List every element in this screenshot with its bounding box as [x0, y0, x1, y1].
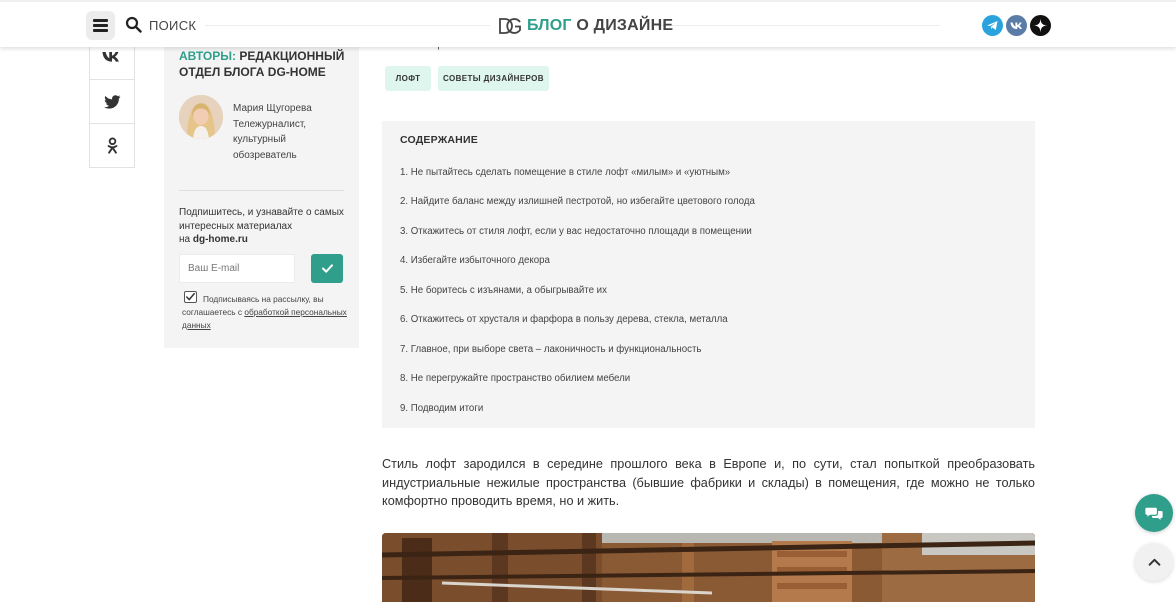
logo-blog-text: БЛОГ — [527, 17, 572, 34]
search-label[interactable]: ПОИСК — [149, 18, 196, 33]
hamburger-line — [93, 19, 108, 22]
table-of-contents: СОДЕРЖАНИЕ 1. Не пытайтесь сделать помещ… — [382, 121, 1035, 428]
article-intro: Стиль лофт зародился в середине прошлого… — [382, 457, 1035, 508]
telegram-icon[interactable] — [982, 15, 1003, 36]
site-logo[interactable]: БЛОГ О ДИЗАЙНЕ — [498, 15, 673, 37]
header-divider — [655, 25, 940, 26]
toc-item[interactable]: 8. Не перегружайте пространство обилием … — [400, 373, 630, 384]
toc-item[interactable]: 7. Главное, при выборе света – лаконично… — [400, 344, 701, 355]
header-divider — [205, 25, 490, 26]
share-column — [89, 35, 135, 168]
author-info: Мария Щугорева Тележурналист, культурный… — [233, 101, 333, 163]
toc-title: СОДЕРЖАНИЕ — [400, 134, 478, 146]
tag-loft[interactable]: ЛОФТ — [385, 66, 431, 91]
share-odnoklassniki-button[interactable] — [90, 123, 134, 167]
email-field[interactable] — [179, 254, 295, 283]
search-icon[interactable] — [125, 16, 142, 33]
author-name[interactable]: Мария Щугорева — [233, 101, 333, 117]
twitter-icon — [103, 94, 121, 109]
subscribe-submit-button[interactable] — [311, 254, 343, 283]
logo-mark — [499, 18, 521, 34]
consent-text: Подписываясь на рассылку, вы соглашаетес… — [182, 293, 347, 332]
hamburger-line — [93, 29, 108, 32]
toc-item[interactable]: 2. Найдите баланс между излишней пестрот… — [400, 196, 755, 207]
odnoklassniki-icon — [107, 137, 117, 154]
zen-icon[interactable] — [1030, 15, 1051, 36]
site-header: ПОИСК БЛОГ О ДИЗАЙНЕ — [0, 0, 1176, 47]
vk-icon — [102, 51, 119, 62]
subscribe-site: dg-home.ru — [192, 234, 248, 245]
chat-icon — [1145, 507, 1163, 520]
subscribe-site-prefix: на — [179, 234, 193, 245]
toc-item[interactable]: 4. Избегайте избыточного декора — [400, 255, 550, 266]
author-subscribe-card: АВТОРЫ: РЕДАКЦИОННЫЙ ОТДЕЛ БЛОГА DG-HOME… — [164, 35, 359, 348]
authors-heading: АВТОРЫ: РЕДАКЦИОННЫЙ ОТДЕЛ БЛОГА DG-HOME — [179, 48, 349, 80]
scroll-top-button[interactable] — [1135, 543, 1173, 581]
toc-item[interactable]: 6. Откажитесь от хрусталя и фарфора в по… — [400, 314, 728, 325]
subscribe-prompt: Подпишитесь, и узнавайте о самых интерес… — [179, 207, 344, 232]
toc-item[interactable]: 5. Не боритесь с изъянами, а обыгрывайте… — [400, 285, 607, 296]
chat-button[interactable] — [1135, 494, 1173, 532]
authors-label: АВТОРЫ: — [179, 49, 236, 63]
vk-icon[interactable] — [1006, 15, 1027, 36]
toc-item[interactable]: 3. Откажитесь от стиля лофт, если у вас … — [400, 226, 752, 237]
arrow-up-icon — [1148, 558, 1160, 566]
author-avatar[interactable] — [179, 95, 223, 139]
author-role: Тележурналист, культурный обозреватель — [233, 118, 307, 161]
subscribe-text: Подпишитесь, и узнавайте о самых интерес… — [179, 206, 349, 247]
tag-designer-tips[interactable]: СОВЕТЫ ДИЗАЙНЕРОВ — [438, 66, 549, 91]
toc-item[interactable]: 1. Не пытайтесь сделать помещение в стил… — [400, 167, 730, 178]
menu-button[interactable] — [86, 11, 115, 40]
toc-item[interactable]: 9. Подводим итоги — [400, 403, 483, 414]
share-twitter-button[interactable] — [90, 79, 134, 123]
card-divider — [179, 190, 344, 191]
article-image — [382, 533, 1035, 602]
logo-rest-text: О ДИЗАЙНЕ — [576, 17, 674, 34]
hamburger-line — [93, 24, 108, 27]
check-icon — [321, 264, 333, 273]
